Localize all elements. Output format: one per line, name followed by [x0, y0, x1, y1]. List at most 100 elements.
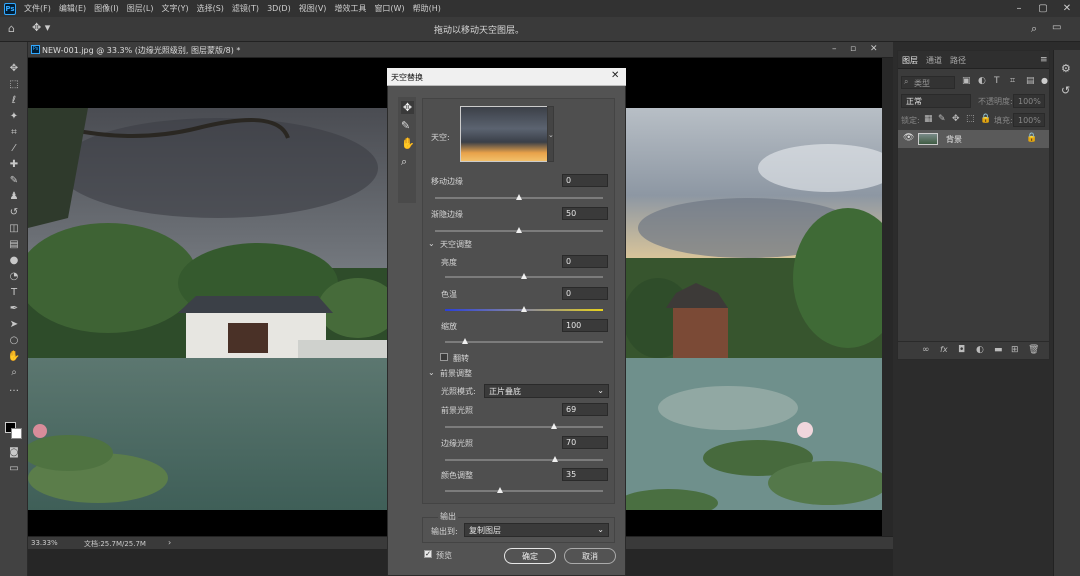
fg-lighting-value[interactable]: 69 — [562, 403, 608, 416]
temperature-thumb[interactable] — [520, 306, 527, 312]
properties-panel-icon[interactable]: ⚙ — [1061, 62, 1071, 75]
status-chevron-icon[interactable]: › — [168, 538, 171, 547]
move-tool-preset-icon[interactable]: ✥ ▾ — [32, 21, 62, 37]
panel-menu-icon[interactable]: ≡ — [1040, 55, 1048, 65]
eyedropper-tool-icon[interactable]: ⁄ — [4, 140, 24, 156]
lock-transparent-icon[interactable]: ▦ — [924, 114, 933, 124]
path-select-tool-icon[interactable]: ➤ — [4, 316, 24, 332]
screen-mode-icon[interactable]: ▭ — [4, 460, 24, 476]
healing-tool-icon[interactable]: ✚ — [4, 156, 24, 172]
more-tools-icon[interactable]: … — [4, 380, 24, 396]
close-icon[interactable]: ✕ — [1058, 0, 1076, 17]
color-adjust-thumb[interactable] — [496, 487, 503, 493]
lasso-tool-icon[interactable]: ℓ — [4, 92, 24, 108]
filter-adjustment-icon[interactable]: ◐ — [978, 76, 986, 86]
flip-checkbox[interactable] — [440, 353, 448, 361]
edge-lighting-value[interactable]: 70 — [562, 436, 608, 449]
fg-lighting-track[interactable] — [445, 426, 603, 428]
edge-lighting-thumb[interactable] — [552, 456, 559, 462]
document-tab[interactable]: Ps NEW-001.jpg @ 33.3% (边缘光照级别, 图层蒙版/8) … — [28, 42, 893, 58]
quick-mask-icon[interactable]: ◙ — [4, 444, 24, 460]
hand-tool-icon[interactable]: ✋ — [4, 348, 24, 364]
brush-tool-icon[interactable]: ✎ — [4, 172, 24, 188]
edge-lighting-track[interactable] — [445, 459, 603, 461]
blend-mode-select[interactable]: 正常 — [901, 94, 971, 108]
zoom-tool-icon[interactable]: ⌕ — [401, 155, 407, 169]
menu-image[interactable]: 图像(I) — [90, 3, 123, 14]
doc-restore-icon[interactable]: ▫ — [850, 44, 856, 54]
filter-type-icon[interactable]: T — [994, 76, 1000, 86]
fade-edge-thumb[interactable] — [515, 227, 522, 233]
filter-toggle-icon[interactable]: ● — [1041, 76, 1048, 85]
lock-artboard-icon[interactable]: ⬚ — [966, 114, 975, 124]
history-panel-icon[interactable]: ↺ — [1061, 84, 1070, 97]
filter-shape-icon[interactable]: ⌗ — [1010, 76, 1015, 86]
lock-all-icon[interactable]: 🔒 — [980, 114, 991, 124]
new-adjustment-icon[interactable]: ◐ — [976, 345, 984, 355]
pen-tool-icon[interactable]: ✒ — [4, 300, 24, 316]
visibility-eye-icon[interactable]: 👁 — [903, 133, 914, 143]
scale-value[interactable]: 100 — [562, 319, 608, 332]
lock-position-icon[interactable]: ✥ — [952, 114, 960, 124]
brightness-value[interactable]: 0 — [562, 255, 608, 268]
menu-3d[interactable]: 3D(D) — [263, 4, 295, 13]
layer-filter-field[interactable]: ⌕ 类型 — [901, 76, 955, 89]
color-adjust-value[interactable]: 35 — [562, 468, 608, 481]
cancel-button[interactable]: 取消 — [564, 548, 616, 564]
menu-layer[interactable]: 图层(L) — [123, 3, 158, 14]
new-group-icon[interactable]: ▬ — [994, 345, 1003, 355]
shift-edge-value[interactable]: 0 — [562, 174, 608, 187]
fg-adjust-chevron-icon[interactable]: ⌄ — [428, 368, 435, 377]
layer-row-background[interactable]: 👁 背景 🔒 — [898, 130, 1049, 148]
layer-name[interactable]: 背景 — [946, 134, 962, 145]
tab-channels[interactable]: 通道 — [926, 55, 942, 66]
sky-brush-tool-icon[interactable]: ✎ — [401, 119, 410, 132]
shift-edge-thumb[interactable] — [515, 194, 522, 200]
gradient-tool-icon[interactable]: ▤ — [4, 236, 24, 252]
hand-tool-icon[interactable]: ✋ — [401, 137, 415, 150]
dialog-close-icon[interactable]: ✕ — [611, 70, 619, 81]
temperature-value[interactable]: 0 — [562, 287, 608, 300]
eraser-tool-icon[interactable]: ◫ — [4, 220, 24, 236]
sky-adjust-chevron-icon[interactable]: ⌄ — [428, 239, 435, 248]
scale-thumb[interactable] — [462, 338, 469, 344]
menu-plugins[interactable]: 增效工具 — [330, 3, 370, 14]
menu-filter[interactable]: 滤镜(T) — [228, 3, 263, 14]
color-adjust-track[interactable] — [445, 490, 603, 492]
sky-move-tool-icon[interactable]: ✥ — [401, 101, 414, 114]
fill-field[interactable]: 100% — [1013, 113, 1045, 127]
scale-track[interactable] — [445, 341, 603, 343]
home-icon[interactable]: ⌂ — [8, 22, 22, 36]
filter-smart-icon[interactable]: ▤ — [1026, 76, 1035, 86]
link-layers-icon[interactable]: ∞ — [922, 345, 930, 355]
menu-window[interactable]: 窗口(W) — [370, 3, 408, 14]
add-mask-icon[interactable]: ◘ — [958, 345, 965, 355]
magic-wand-tool-icon[interactable]: ✦ — [4, 108, 24, 124]
dialog-title-bar[interactable]: 天空替换 ✕ — [387, 68, 626, 86]
zoom-level[interactable]: 33.33% — [31, 539, 58, 547]
fg-adjust-header[interactable]: 前景调整 — [440, 368, 472, 379]
ok-button[interactable]: 确定 — [504, 548, 556, 564]
minimize-icon[interactable]: – — [1010, 0, 1028, 17]
dodge-tool-icon[interactable]: ◔ — [4, 268, 24, 284]
tab-paths[interactable]: 路径 — [950, 55, 966, 66]
sky-preset-thumbnail[interactable] — [460, 106, 548, 162]
search-icon[interactable]: ⌕ — [1031, 22, 1037, 36]
new-layer-icon[interactable]: ⊞ — [1011, 345, 1019, 355]
zoom-tool-icon[interactable]: ⌕ — [4, 364, 24, 380]
fg-lighting-thumb[interactable] — [550, 423, 557, 429]
preview-checkbox[interactable]: ✓ — [424, 550, 432, 558]
maximize-icon[interactable]: ▢ — [1034, 0, 1052, 17]
workspace-icon[interactable]: ▭ — [1052, 22, 1061, 33]
layer-style-icon[interactable]: fx — [940, 345, 948, 354]
type-tool-icon[interactable]: T — [4, 284, 24, 300]
menu-edit[interactable]: 编辑(E) — [55, 3, 90, 14]
background-color-swatch[interactable] — [11, 428, 22, 439]
output-to-select[interactable]: 复制图层 ⌄ — [464, 523, 609, 537]
blur-tool-icon[interactable]: ● — [4, 252, 24, 268]
lighting-mode-select[interactable]: 正片叠底 ⌄ — [484, 384, 609, 398]
crop-tool-icon[interactable]: ⌗ — [4, 124, 24, 140]
stamp-tool-icon[interactable]: ♟ — [4, 188, 24, 204]
menu-type[interactable]: 文字(Y) — [157, 3, 192, 14]
sky-adjust-header[interactable]: 天空调整 — [440, 239, 472, 250]
